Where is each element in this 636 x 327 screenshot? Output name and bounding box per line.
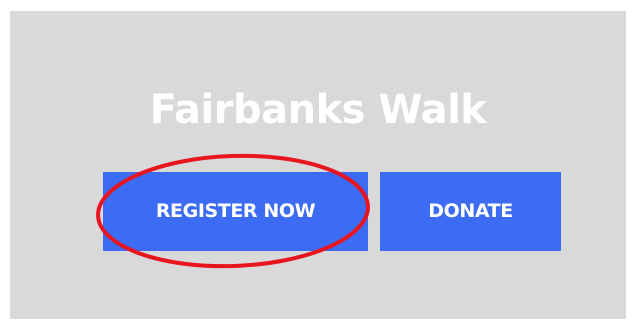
- page-title: Fairbanks Walk: [149, 87, 487, 133]
- donate-button[interactable]: DONATE: [380, 172, 561, 251]
- hero-panel: Fairbanks Walk REGISTER NOW DONATE: [10, 11, 626, 319]
- register-now-button[interactable]: REGISTER NOW: [103, 172, 368, 251]
